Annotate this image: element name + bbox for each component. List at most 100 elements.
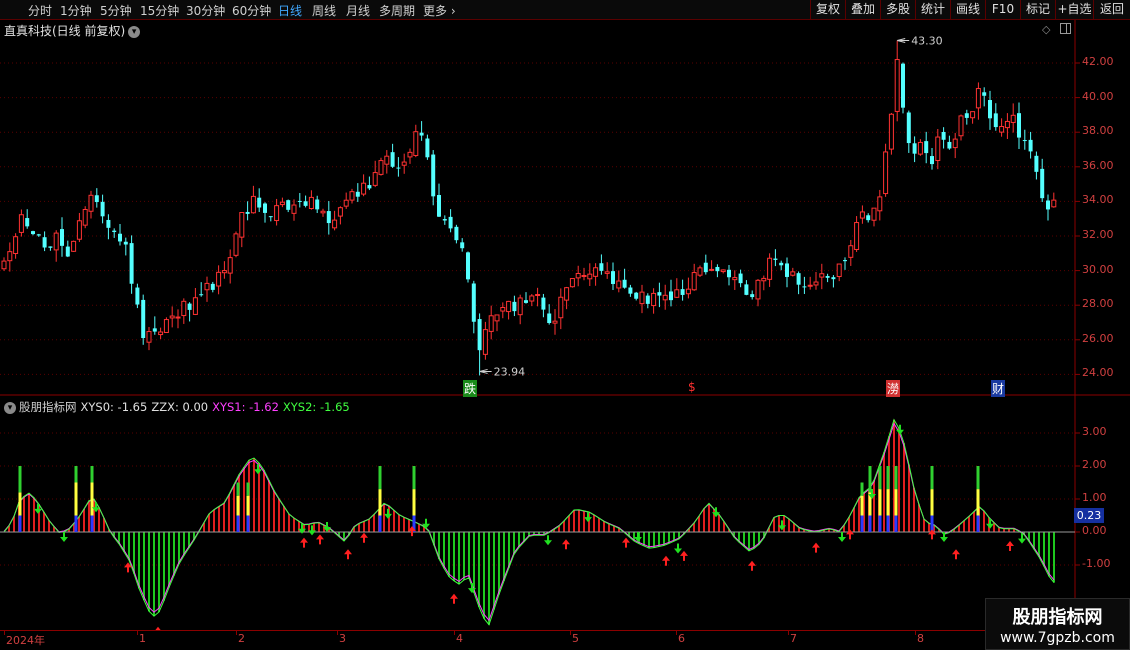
- tool-button-2[interactable]: 多股: [880, 0, 915, 20]
- period-9[interactable]: 多周期: [379, 2, 415, 19]
- price-tick: 24.00: [1082, 366, 1114, 380]
- candle-body: [36, 234, 41, 236]
- candle-body: [448, 216, 453, 229]
- candle: [831, 275, 836, 288]
- period-2[interactable]: 5分钟: [100, 2, 132, 19]
- date-tick: [788, 631, 789, 635]
- candle-body: [988, 100, 992, 119]
- candle-body: [425, 138, 430, 158]
- chevron-right-icon[interactable]: ›: [447, 4, 456, 18]
- tool-button-4[interactable]: 画线: [950, 0, 985, 20]
- candle-body: [512, 301, 517, 312]
- tool-button-1[interactable]: 叠加: [845, 0, 880, 20]
- candle: [935, 128, 941, 170]
- candle: [836, 263, 842, 282]
- candle-body: [634, 292, 639, 299]
- price-tick: 32.00: [1082, 228, 1114, 241]
- event-marker[interactable]: $: [688, 380, 696, 394]
- candle: [1, 257, 7, 271]
- candle-body: [917, 141, 923, 155]
- candle: [257, 188, 262, 213]
- candle: [547, 304, 552, 325]
- tool-button-5[interactable]: F10: [985, 0, 1020, 20]
- period-7[interactable]: 周线: [312, 2, 336, 19]
- watermark-url: www.7gpzb.com: [1000, 630, 1115, 646]
- candle-body: [790, 271, 796, 276]
- arrow-shape: [748, 560, 756, 571]
- candle: [477, 313, 482, 376]
- period-4[interactable]: 30分钟: [186, 2, 225, 19]
- indicator-chart[interactable]: [0, 396, 1130, 630]
- candle-body: [129, 243, 134, 284]
- period-10[interactable]: 更多 ›: [423, 2, 456, 19]
- candle-body: [442, 219, 447, 221]
- candle: [871, 207, 877, 227]
- candle: [901, 62, 905, 114]
- candlestick-chart[interactable]: 43.30 23.94: [0, 20, 1130, 396]
- arrow-shape: [450, 593, 458, 604]
- candle: [488, 305, 494, 340]
- candle: [343, 192, 349, 209]
- candle-body: [216, 271, 222, 287]
- tool-button-8[interactable]: 返回: [1093, 0, 1130, 20]
- candle-body: [1046, 200, 1050, 210]
- candle: [732, 270, 738, 290]
- arrow-shape: [300, 537, 308, 548]
- candle: [233, 231, 239, 258]
- period-5[interactable]: 60分钟: [232, 2, 271, 19]
- sell-arrow-icon: [384, 508, 392, 519]
- candle-body: [192, 297, 198, 315]
- candle-body: [744, 284, 749, 295]
- candle-body: [964, 113, 969, 118]
- candle-body: [924, 141, 929, 154]
- tool-button-7[interactable]: +自选: [1055, 0, 1093, 20]
- candle: [796, 271, 801, 295]
- event-marker[interactable]: 财: [991, 380, 1006, 397]
- tool-button-3[interactable]: 统计: [915, 0, 950, 20]
- candle: [645, 293, 650, 309]
- period-6[interactable]: 日线: [278, 2, 302, 19]
- period-1[interactable]: 1分钟: [60, 2, 92, 19]
- candle: [506, 300, 512, 320]
- candle: [662, 284, 668, 310]
- event-marker[interactable]: 跌: [463, 380, 478, 397]
- candle: [859, 205, 865, 224]
- candle: [7, 242, 13, 272]
- period-3[interactable]: 15分钟: [140, 2, 179, 19]
- candle-body: [773, 258, 778, 260]
- event-marker[interactable]: 澇: [886, 380, 901, 397]
- candle: [727, 264, 731, 286]
- candle: [1034, 151, 1039, 180]
- date-label: 8: [917, 632, 924, 645]
- candle-body: [355, 191, 360, 197]
- price-tick: 40.00: [1082, 89, 1114, 103]
- candle: [169, 306, 175, 328]
- candle: [239, 212, 245, 248]
- candle: [738, 269, 743, 288]
- candle-body: [18, 214, 24, 233]
- candle: [790, 267, 796, 277]
- candle: [158, 327, 164, 340]
- candle: [564, 286, 570, 310]
- candle: [407, 148, 413, 164]
- tool-button-0[interactable]: 复权: [810, 0, 845, 20]
- date-label: 6: [678, 632, 685, 645]
- candle-body: [1051, 199, 1057, 208]
- candle-body: [1017, 113, 1021, 138]
- low-price-label: 23.94: [494, 365, 525, 378]
- candle-body: [575, 273, 581, 279]
- candle-body: [437, 195, 441, 217]
- period-8[interactable]: 月线: [346, 2, 370, 19]
- date-label: 2: [238, 632, 245, 645]
- candle-body: [361, 182, 367, 195]
- candle: [291, 199, 297, 221]
- candle-body: [378, 160, 384, 175]
- candle-body: [263, 203, 267, 213]
- arrow-shape: [384, 508, 392, 519]
- tool-button-6[interactable]: 标记: [1020, 0, 1055, 20]
- candle-body: [384, 155, 390, 165]
- candle-body: [274, 205, 280, 222]
- candle: [53, 230, 59, 262]
- period-0[interactable]: 分时: [28, 2, 52, 19]
- candle: [930, 148, 934, 170]
